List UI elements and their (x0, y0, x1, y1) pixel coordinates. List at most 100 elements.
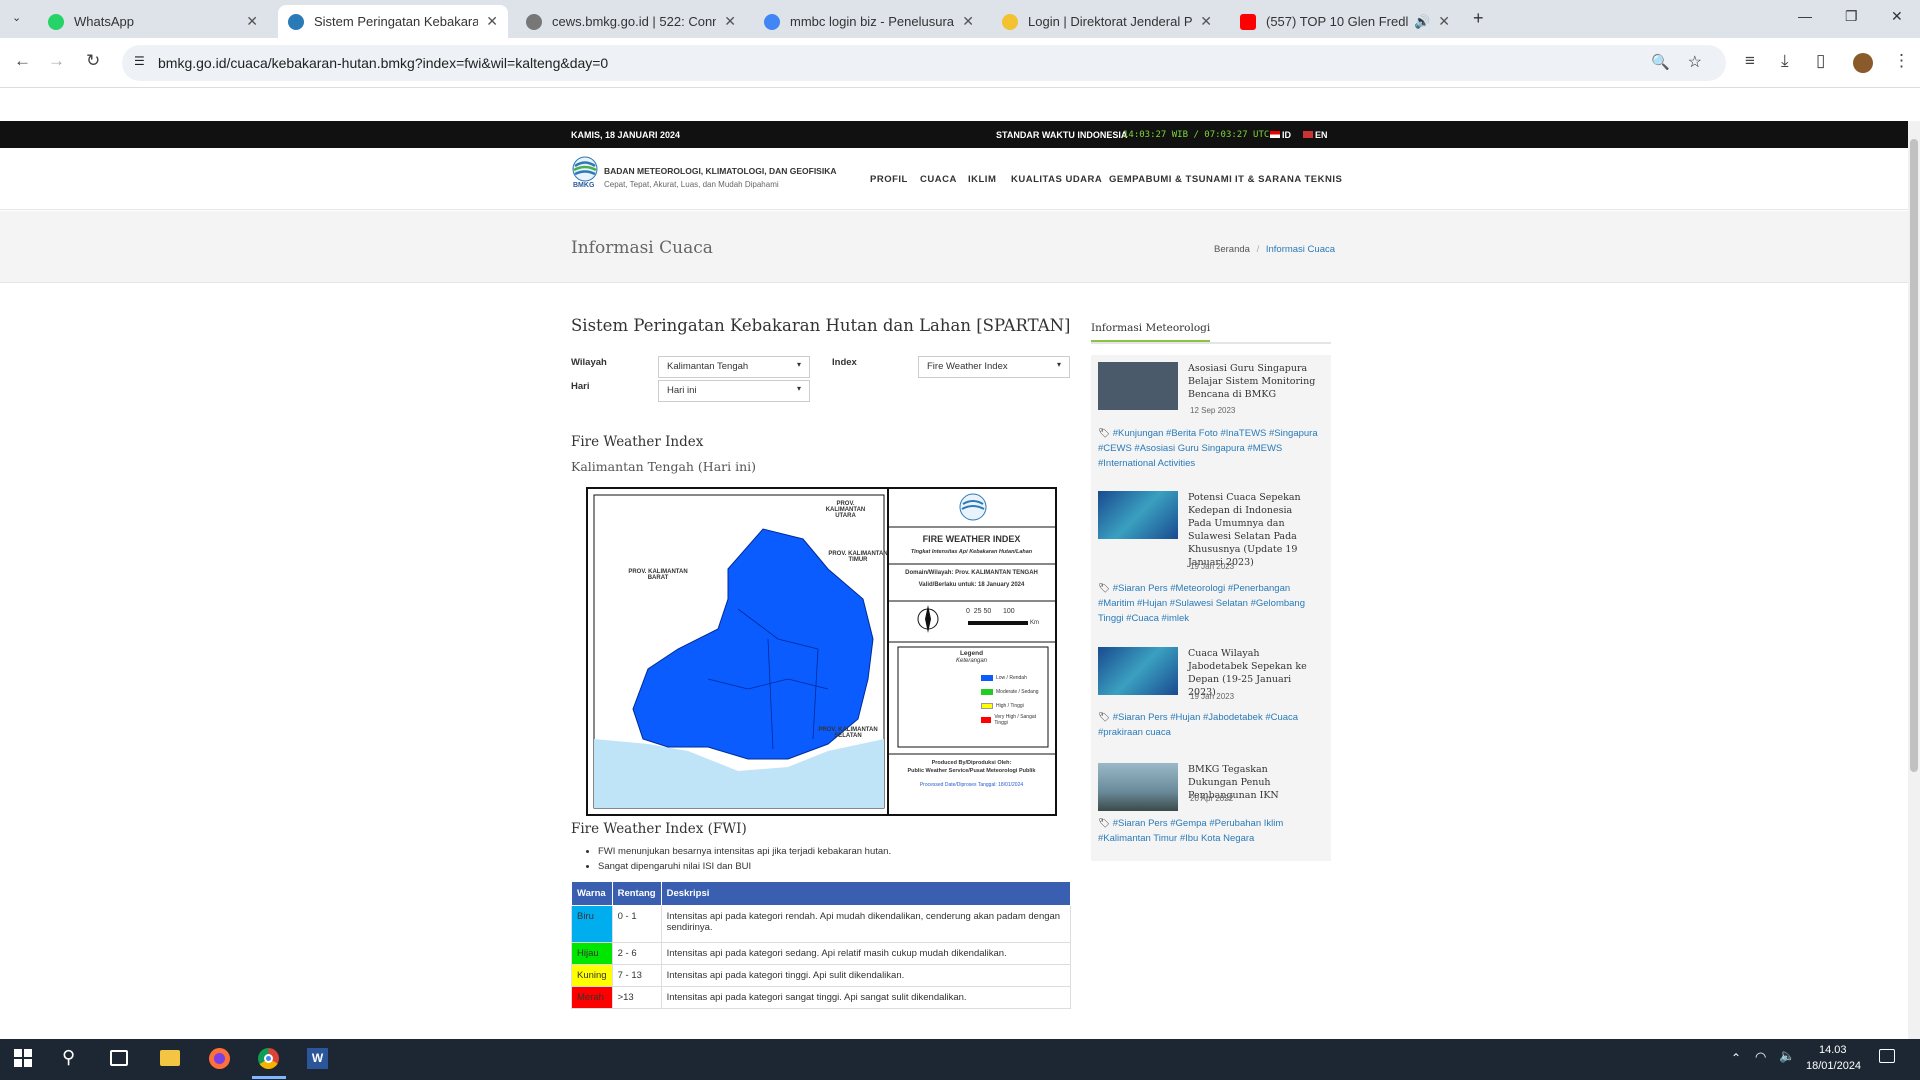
hari-select[interactable]: Hari ini ▾ (658, 380, 810, 402)
avatar[interactable] (1853, 53, 1873, 73)
site-header: BMKG BADAN METEOROLOGI, KLIMATOLOGI, DAN… (0, 148, 1908, 210)
close-tab-icon[interactable]: ✕ (962, 13, 974, 30)
news-tags[interactable]: 🏷 #Kunjungan #Berita Foto #InaTEWS #Sing… (1098, 426, 1320, 471)
notification-icon[interactable] (1879, 1049, 1895, 1063)
tab-pajak[interactable]: Login | Direktorat Jenderal Pajak✕ (992, 5, 1222, 38)
wifi-icon[interactable]: ◠ (1755, 1049, 1766, 1065)
legend-swatch (981, 717, 992, 723)
org-name: BADAN METEOROLOGI, KLIMATOLOGI, DAN GEOF… (604, 166, 837, 176)
hari-label: Hari (571, 381, 590, 392)
menu-gempabumi[interactable]: GEMPABUMI & TSUNAMI (1109, 174, 1232, 185)
menu-dots-icon[interactable]: ⋮ (1893, 51, 1910, 71)
lang-en[interactable]: EN (1303, 130, 1328, 140)
close-tab-icon[interactable]: ✕ (1438, 13, 1450, 30)
tray-chevron-icon[interactable]: ⌃ (1731, 1051, 1741, 1065)
tab-search-icon[interactable]: ⌄ (12, 11, 21, 24)
bookmark-star-icon[interactable]: ☆ (1688, 52, 1702, 72)
tag-icon: 🏷 (1098, 428, 1111, 439)
search-icon[interactable]: ⚲ (62, 1047, 75, 1068)
desc-cell: Intensitas api pada kategori tinggi. Api… (660, 964, 1072, 987)
restore-icon[interactable]: ❐ (1845, 8, 1858, 25)
address-bar-row: ← → ↻ ☰ bmkg.go.id/cuaca/kebakaran-hutan… (0, 38, 1920, 88)
news-thumbnail[interactable] (1098, 647, 1178, 695)
close-tab-icon[interactable]: ✕ (246, 13, 258, 30)
back-icon[interactable]: ← (14, 51, 31, 71)
url-input[interactable]: ☰ bmkg.go.id/cuaca/kebakaran-hutan.bmkg?… (122, 45, 1726, 81)
tab-bmkg[interactable]: Sistem Peringatan Kebakaran H✕ (278, 5, 508, 38)
rentang-cell: >13 (611, 986, 662, 1009)
breadcrumb-home[interactable]: Beranda (1214, 244, 1250, 255)
tab-youtube[interactable]: (557) TOP 10 Glen Fredly - Y🔊✕ (1230, 5, 1460, 38)
minimize-icon[interactable]: — (1798, 8, 1812, 24)
windows-taskbar: ⚲ W ⌃ ◠ 🔈 14.03 18/01/2024 (0, 1039, 1920, 1080)
index-label: Index (832, 357, 857, 368)
windows-start-icon[interactable] (14, 1049, 32, 1067)
prov-utara-label: PROV. KALIMANTAN UTARA (825, 501, 866, 519)
col-rentang: Rentang (611, 881, 662, 906)
news-tags[interactable]: 🏷 #Siaran Pers #Meteorologi #Penerbangan… (1098, 581, 1320, 626)
menu-profil[interactable]: PROFIL (870, 174, 908, 185)
clock-date[interactable]: 18/01/2024 (1806, 1060, 1861, 1072)
menu-it-sarana[interactable]: IT & SARANA TEKNIS (1235, 174, 1342, 185)
news-date: 12 Sep 2023 (1190, 406, 1236, 415)
legend-item: High / Tinggi (981, 699, 1043, 713)
zoom-icon[interactable]: 🔍 (1651, 53, 1670, 71)
volume-icon[interactable]: 🔈 (1779, 1048, 1795, 1064)
section-subtitle: Kalimantan Tengah (Hari ini) (571, 459, 757, 474)
site-info-icon[interactable]: ☰ (134, 54, 145, 68)
close-tab-icon[interactable]: ✕ (1200, 13, 1212, 30)
new-tab-button[interactable]: + (1473, 8, 1484, 29)
main-heading: Sistem Peringatan Kebakaran Hutan dan La… (571, 316, 1071, 335)
firefox-icon[interactable] (209, 1048, 230, 1069)
speaker-icon[interactable]: 🔊 (1414, 14, 1430, 30)
side-panel-icon[interactable]: ▯ (1816, 51, 1825, 71)
table-row: Merah >13 Intensitas api pada kategori s… (571, 986, 1072, 1009)
download-icon[interactable]: ⤓ (1781, 51, 1789, 71)
menu-cuaca[interactable]: CUACA (920, 174, 957, 185)
google-icon (764, 13, 780, 30)
news-tags[interactable]: 🏷 #Siaran Pers #Gempa #Perubahan Iklim #… (1098, 816, 1320, 846)
map-title: FIRE WEATHER INDEX (922, 534, 1021, 544)
forward-icon[interactable]: → (48, 51, 65, 71)
active-app-indicator (252, 1076, 286, 1079)
scrollbar-thumb[interactable] (1910, 139, 1918, 772)
prov-selatan-label: PROV. KALIMANTAN SELATAN (818, 727, 878, 739)
word-icon[interactable]: W (307, 1048, 328, 1069)
legend-title: Legend (959, 650, 984, 657)
chrome-icon[interactable] (258, 1048, 279, 1069)
map-produced-by: Public Weather Service/Pusat Meteorologi… (907, 768, 1036, 774)
news-title[interactable]: Asosiasi Guru Singapura Belajar Sistem M… (1188, 362, 1318, 401)
tab-cews[interactable]: cews.bmkg.go.id | 522: Connect✕ (516, 5, 746, 38)
indonesia-flag-icon (1270, 131, 1280, 138)
bmkg-logo[interactable]: BMKG (571, 156, 599, 190)
map-processed: Processed Date/Diproses Tanggal: 18/01/2… (919, 782, 1024, 788)
map-scale-unit: Km (1030, 620, 1039, 626)
map-valid: Valid/Berlaku untuk: 18 January 2024 (918, 582, 1025, 588)
menu-kualitas-udara[interactable]: KUALITAS UDARA (1011, 174, 1102, 185)
close-tab-icon[interactable]: ✕ (486, 13, 498, 30)
reload-icon[interactable]: ↻ (86, 51, 100, 71)
media-icon[interactable]: ≡ (1745, 51, 1755, 71)
news-title[interactable]: Potensi Cuaca Sepekan Kedepan di Indones… (1188, 491, 1318, 569)
uk-flag-icon (1303, 131, 1313, 138)
index-select[interactable]: Fire Weather Index ▾ (918, 356, 1070, 378)
tab-google[interactable]: mmbc login biz - Penelusuran G✕ (754, 5, 984, 38)
org-tagline: Cepat, Tepat, Akurat, Luas, dan Mudah Di… (604, 180, 779, 189)
news-thumbnail[interactable] (1098, 763, 1178, 811)
wilayah-select[interactable]: Kalimantan Tengah ▾ (658, 356, 810, 378)
legend-item: Low / Rendah (981, 671, 1043, 685)
close-window-icon[interactable]: ✕ (1891, 8, 1903, 25)
news-thumbnail[interactable] (1098, 362, 1178, 410)
page-scrollbar[interactable] (1908, 121, 1920, 1039)
clock-time[interactable]: 14.03 (1819, 1044, 1847, 1056)
menu-iklim[interactable]: IKLIM (968, 174, 996, 185)
close-tab-icon[interactable]: ✕ (724, 13, 736, 30)
file-explorer-icon[interactable] (160, 1050, 180, 1066)
tab-whatsapp[interactable]: WhatsApp ✕ (38, 5, 268, 38)
task-view-icon[interactable] (110, 1050, 128, 1066)
tag-icon: 🏷 (1098, 583, 1111, 594)
news-thumbnail[interactable] (1098, 491, 1178, 539)
legend-item: Very High / Sangat Tinggi (981, 713, 1043, 727)
news-tags[interactable]: 🏷 #Siaran Pers #Hujan #Jabodetabek #Cuac… (1098, 710, 1320, 740)
lang-id[interactable]: ID (1270, 130, 1291, 140)
